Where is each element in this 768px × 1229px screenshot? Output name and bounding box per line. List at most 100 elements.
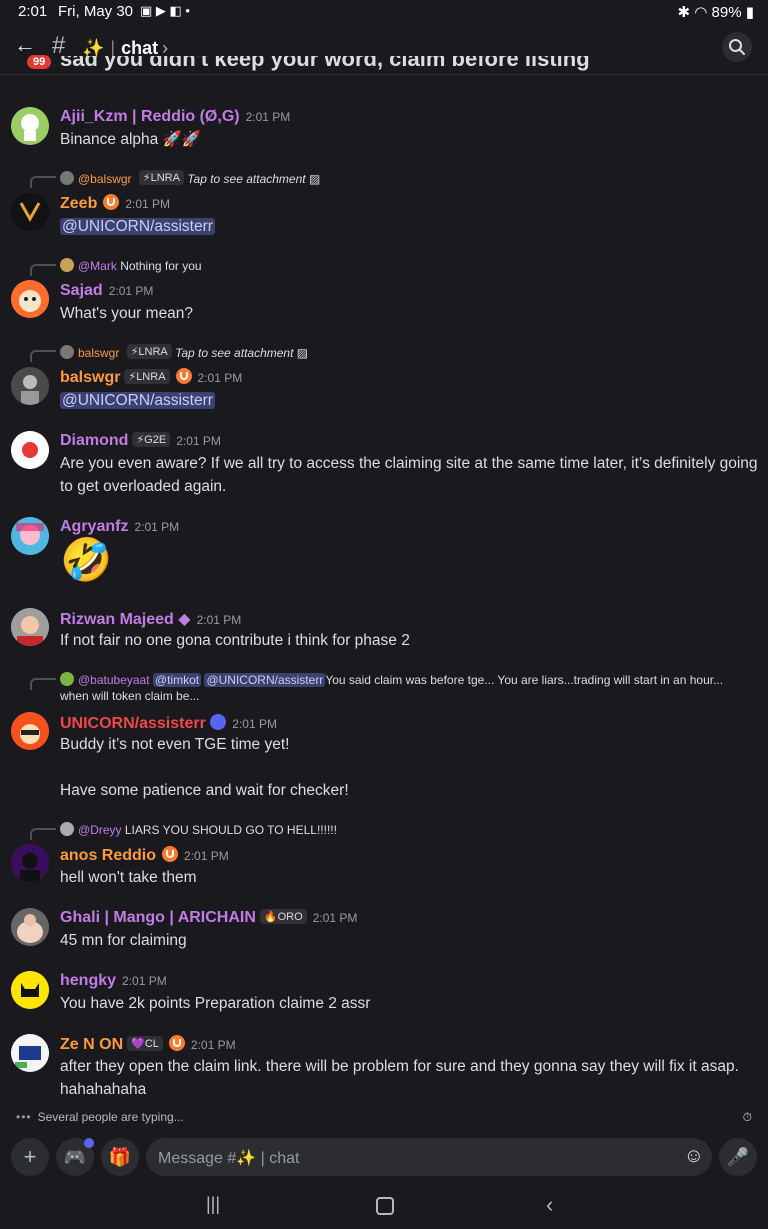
chevron-right-icon: › xyxy=(162,38,169,58)
message-text: @UNICORN/assisterr xyxy=(60,389,760,412)
message-text: Have some patience and wait for checker! xyxy=(60,782,349,799)
author-name[interactable]: anos Reddio 2:01 PM xyxy=(60,846,229,865)
recent-apps-icon[interactable]: ||| xyxy=(206,1194,220,1215)
message-input[interactable]: Message #✨ | chat ☺ xyxy=(146,1138,712,1176)
gift-icon: 🎁 xyxy=(108,1147,132,1167)
author-name[interactable]: Ajii_Kzm | Reddio (Ø,G) 2:01 PM xyxy=(60,108,290,126)
typing-dots-icon: ••• xyxy=(16,1110,32,1124)
message-text: @UNICORN/assisterr xyxy=(60,215,760,238)
kite-icon: ◆ xyxy=(178,611,191,628)
plus-icon: + xyxy=(23,1144,37,1169)
avatar[interactable] xyxy=(11,280,49,318)
author-name[interactable]: Diamond ⚡G2E 2:01 PM xyxy=(60,432,221,450)
avatar[interactable] xyxy=(11,107,49,145)
emoji-button[interactable]: ☺ xyxy=(684,1145,704,1168)
gift-button[interactable]: 🎁 xyxy=(101,1138,139,1176)
search-button[interactable] xyxy=(722,32,752,62)
message: Ze N ON 💜CL 2:01 PM after they open the cl… xyxy=(0,1031,768,1103)
reply-preview[interactable]: @Mark Nothing for you xyxy=(60,258,202,273)
reply-preview[interactable]: @batubeyaat @timkot @UNICORN/assisterr Yo… xyxy=(60,672,750,704)
message: Agryanfz 2:01 PM 🤣 xyxy=(0,514,768,594)
image-icon: ▨ xyxy=(296,346,309,360)
message: Diamond ⚡G2E 2:01 PM Are you even aware? I… xyxy=(0,428,768,498)
status-date: Fri, May 30 xyxy=(58,3,134,20)
message-text: 🤣 xyxy=(60,536,113,583)
activities-button[interactable]: 🎮 xyxy=(56,1138,94,1176)
avatar[interactable] xyxy=(11,971,49,1009)
message-text: You have 2k points Preparation claime 2 … xyxy=(60,995,371,1012)
gamepad-icon: 🎮 xyxy=(63,1147,87,1167)
message: @batubeyaat @timkot @UNICORN/assisterr Yo… xyxy=(0,670,768,810)
wifi-icon: ◠ xyxy=(694,4,708,21)
bot-icon xyxy=(210,714,227,730)
author-name[interactable]: Ze N ON 💜CL 2:01 PM xyxy=(60,1035,236,1054)
voice-message-button[interactable]: 🎤 xyxy=(719,1138,757,1176)
message-text: hell won't take them xyxy=(60,869,197,886)
avatar[interactable] xyxy=(11,908,49,946)
message: balswgr ⚡LNRA Tap to see attachment ▨ ba… xyxy=(0,342,768,412)
author-name[interactable]: Agryanfz 2:01 PM xyxy=(60,518,179,536)
author-name[interactable]: Sajad 2:01 PM xyxy=(60,282,153,300)
author-name[interactable]: Zeeb 2:01 PM xyxy=(60,194,170,213)
composer: + 🎮 🎁 Message #✨ | chat ☺ 🎤 xyxy=(0,1134,768,1184)
message-placeholder: Message #✨ | chat xyxy=(158,1150,300,1167)
reply-preview[interactable]: @Dreyy LIARS YOU SHOULD GO TO HELL!!!!!! xyxy=(60,822,337,837)
message: @Dreyy LIARS YOU SHOULD GO TO HELL!!!!!!… xyxy=(0,820,768,890)
avatar[interactable] xyxy=(11,712,49,750)
avatar[interactable] xyxy=(11,431,49,469)
message: @Mark Nothing for you Sajad 2:01 PM What'… xyxy=(0,256,768,326)
unread-badge: 99 xyxy=(25,53,54,71)
message-text: Binance alpha 🚀🚀 xyxy=(60,131,202,148)
message: Ajii_Kzm | Reddio (Ø,G) 2:01 PM Binance a… xyxy=(0,104,768,154)
verified-shield-icon xyxy=(168,1035,185,1051)
typing-indicator: ••• Several people are typing... xyxy=(16,1110,184,1124)
message: hengky 2:01 PM You have 2k points Prepara… xyxy=(0,968,768,1018)
battery-icon: ▮ xyxy=(745,4,754,21)
home-icon[interactable] xyxy=(376,1197,394,1215)
message-text: If not fair no one gona contribute i thi… xyxy=(60,632,410,649)
image-icon: ▨ xyxy=(308,172,321,186)
verified-shield-icon xyxy=(103,194,120,210)
author-name[interactable]: balswgr ⚡LNRA 2:01 PM xyxy=(60,368,242,387)
author-name[interactable]: hengky 2:01 PM xyxy=(60,972,167,990)
notification-dot xyxy=(84,1138,94,1148)
avatar[interactable] xyxy=(11,608,49,646)
message: Rizwan Majeed ◆ 2:01 PM If not fair no on… xyxy=(0,605,768,655)
back-icon[interactable]: ‹ xyxy=(546,1192,553,1218)
status-right: ✱ ◠ 89% ▮ xyxy=(678,3,754,21)
status-bar: 2:01 Fri, May 30 ▣ ▶ ◧ • ✱ ◠ 89% ▮ xyxy=(0,0,768,24)
avatar[interactable] xyxy=(11,517,49,555)
message: @balswgr ⚡LNRA Tap to see attachment ▨ Z… xyxy=(0,168,768,238)
avatar[interactable] xyxy=(11,844,49,882)
author-name[interactable]: Rizwan Majeed ◆ 2:01 PM xyxy=(60,609,241,629)
search-icon xyxy=(729,39,745,55)
mention[interactable]: @UNICORN/assisterr xyxy=(60,218,215,235)
message-text: after they open the claim link. there wi… xyxy=(60,1058,739,1098)
message-text: What's your mean? xyxy=(60,305,194,322)
message: Ghali | Mango | ARICHAIN 🔥ORO 2:01 PM 45 m… xyxy=(0,905,768,955)
avatar[interactable] xyxy=(11,193,49,231)
microphone-icon: 🎤 xyxy=(726,1147,750,1167)
message-text: 45 mn for claiming xyxy=(60,932,187,949)
author-name[interactable]: UNICORN/assisterr 2:01 PM xyxy=(60,714,277,733)
verified-shield-icon xyxy=(162,846,179,862)
cutoff-message: sad you didn't keep your word, claim bef… xyxy=(60,56,590,71)
battery-level: 89% xyxy=(711,4,742,21)
mention[interactable]: @UNICORN/assisterr xyxy=(60,392,215,409)
avatar[interactable] xyxy=(11,367,49,405)
author-name[interactable]: Ghali | Mango | ARICHAIN 🔥ORO 2:01 PM xyxy=(60,909,357,927)
bluetooth-icon: ✱ xyxy=(677,4,691,21)
message-text: Buddy it’s not even TGE time yet! xyxy=(60,736,290,753)
timer-icon: ⏱ xyxy=(742,1110,752,1124)
notification-icons: ▣ ▶ ◧ • xyxy=(140,3,190,18)
status-time: 2:01 xyxy=(18,3,48,20)
reply-preview[interactable]: @balswgr ⚡LNRA Tap to see attachment ▨ xyxy=(60,170,320,186)
system-nav-bar: ||| ‹ xyxy=(0,1184,768,1229)
reply-preview[interactable]: balswgr ⚡LNRA Tap to see attachment ▨ xyxy=(60,344,308,360)
channel-emoji: ✨ xyxy=(82,38,105,58)
channel-name: chat xyxy=(121,38,159,58)
add-attachment-button[interactable]: + xyxy=(11,1138,49,1176)
avatar[interactable] xyxy=(11,1034,49,1072)
verified-shield-icon xyxy=(175,368,192,384)
message-text: Are you even aware? If we all try to acc… xyxy=(60,455,758,495)
